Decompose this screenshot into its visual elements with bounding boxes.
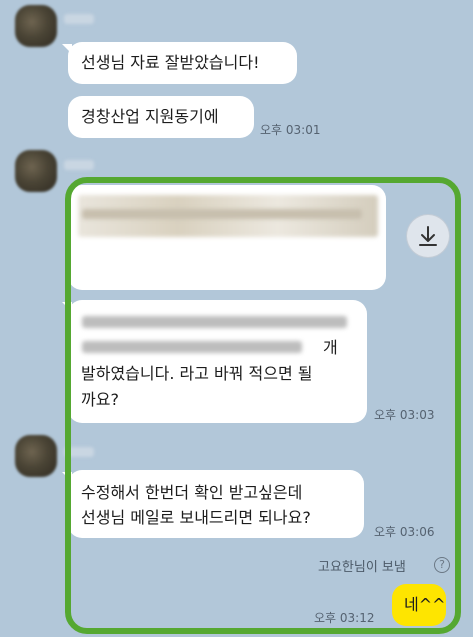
- message-text: 수정해서 한번더 확인 받고싶은데: [81, 483, 303, 502]
- avatar[interactable]: [15, 150, 57, 192]
- sent-by-label: 고요한님이 보냄: [318, 556, 406, 575]
- message-bubble[interactable]: 개 발하였습니다. 라고 바꿔 적으면 될 까요?: [62, 300, 367, 423]
- message-bubble[interactable]: 수정해서 한번더 확인 받고싶은데 선생님 메일로 보내드리면 되나요?: [62, 470, 364, 538]
- reply-bubble[interactable]: 네^^: [392, 584, 446, 626]
- help-icon[interactable]: ?: [434, 557, 450, 573]
- sent-by-text: 고요한님이 보냄: [318, 560, 406, 575]
- blurred-preview: [82, 209, 362, 219]
- sender-name: [64, 14, 94, 24]
- avatar[interactable]: [15, 435, 57, 477]
- message-text: 선생님 메일로 보내드리면 되나요?: [81, 508, 311, 527]
- message-time: 오후 03:12: [314, 611, 375, 625]
- bubble-tail: [62, 472, 72, 482]
- sender-name: [64, 160, 94, 170]
- download-button[interactable]: [407, 215, 449, 257]
- message-text: 네^^: [404, 595, 446, 614]
- message-text: 경창산업 지원동기에: [81, 107, 219, 126]
- bubble-tail: [62, 302, 72, 312]
- message-text: 까요?: [81, 390, 119, 409]
- message-text: 선생님 자료 잘받았습니다!: [81, 53, 260, 72]
- message-time: 오후 03:03: [374, 408, 435, 422]
- sender-name: [64, 447, 94, 457]
- blurred-text: [82, 316, 347, 328]
- avatar[interactable]: [15, 5, 57, 47]
- message-text: 개: [323, 338, 338, 357]
- message-bubble[interactable]: 선생님 자료 잘받았습니다!: [62, 42, 297, 84]
- download-icon: [419, 226, 437, 246]
- message-text: 발하였습니다. 라고 바꿔 적으면 될: [81, 364, 313, 383]
- blurred-text: [82, 341, 302, 353]
- message-time: 오후 03:06: [374, 525, 435, 539]
- bubble-tail: [68, 187, 72, 197]
- bubble-tail: [62, 44, 72, 54]
- message-time: 오후 03:01: [260, 123, 321, 137]
- file-bubble[interactable]: [68, 185, 386, 290]
- message-bubble[interactable]: 경창산업 지원동기에: [68, 96, 254, 138]
